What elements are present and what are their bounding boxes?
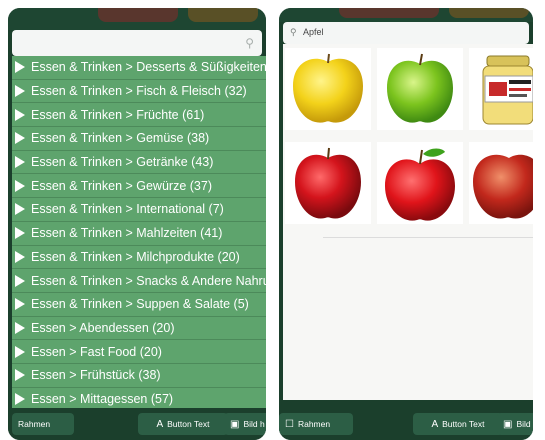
category-list: Essen & Trinken > Desserts & Süßigkeiten… xyxy=(12,56,266,412)
expand-triangle-icon xyxy=(15,61,25,74)
category-row[interactable]: Essen & Trinken > Gemüse (38) xyxy=(12,127,266,151)
search-icon: ⚲ xyxy=(290,27,297,37)
frame-button[interactable]: Rahmen xyxy=(12,413,74,435)
expand-triangle-icon xyxy=(15,274,25,287)
yellow-apple-icon xyxy=(293,53,363,123)
image-applesauce-jar[interactable] xyxy=(469,48,533,130)
grid-divider xyxy=(323,237,533,238)
frame-button[interactable]: ☐ Rahmen xyxy=(279,413,353,435)
red-apple-leaf-icon xyxy=(385,148,455,221)
category-row[interactable]: Essen & Trinken > Früchte (61) xyxy=(12,103,266,128)
frame-button-label: Rahmen xyxy=(18,419,51,429)
button-text-button[interactable]: A Button Text xyxy=(138,413,228,435)
image-button-label: Bild h xyxy=(243,419,265,429)
image-red-apple[interactable] xyxy=(285,142,371,224)
category-label: Essen & Trinken > Gewürze (37) xyxy=(31,178,212,193)
text-format-icon: A xyxy=(431,418,439,430)
button-text-label: Button Text xyxy=(442,419,485,429)
top-blur-orange xyxy=(449,8,529,18)
expand-triangle-icon xyxy=(15,250,25,263)
expand-triangle-icon xyxy=(15,108,25,121)
right-footer: ☐ Rahmen A Button Text ▣ Bild xyxy=(279,408,533,440)
category-row[interactable]: Essen & Trinken > Milchprodukte (20) xyxy=(12,246,266,270)
category-row[interactable]: Essen > Frühstück (38) xyxy=(12,364,266,388)
category-label: Essen & Trinken > Milchprodukte (20) xyxy=(31,249,240,264)
expand-triangle-icon xyxy=(15,203,25,216)
image-button-label: Bild xyxy=(516,419,531,429)
category-label: Essen & Trinken > Getränke (43) xyxy=(31,155,214,170)
image-red-apple-partial[interactable] xyxy=(469,142,533,224)
category-panel: ⚲ Essen & Trinken > Desserts & Süßigkeit… xyxy=(8,8,266,440)
red-apple-icon xyxy=(295,147,361,219)
category-row[interactable]: Essen & Trinken > Mahlzeiten (41) xyxy=(12,222,266,246)
text-format-icon: A xyxy=(156,418,164,430)
image-red-apple-leaf[interactable] xyxy=(377,142,463,224)
category-label: Essen & Trinken > International (7) xyxy=(31,202,224,217)
category-label: Essen & Trinken > Früchte (61) xyxy=(31,107,205,122)
expand-triangle-icon xyxy=(15,227,25,240)
frame-button-label: Rahmen xyxy=(297,419,331,429)
top-blur-orange xyxy=(188,8,258,22)
search-value: Apfel xyxy=(303,27,324,37)
image-icon: ▣ xyxy=(230,418,240,430)
category-label: Essen & Trinken > Fisch & Fleisch (32) xyxy=(31,84,247,99)
top-bar xyxy=(279,8,533,22)
expand-triangle-icon xyxy=(15,321,25,334)
expand-triangle-icon xyxy=(15,298,25,311)
image-search-field[interactable]: ⚲ Apfel xyxy=(283,22,529,44)
top-bar xyxy=(8,8,266,30)
category-label: Essen > Frühstück (38) xyxy=(31,368,161,383)
expand-triangle-icon xyxy=(15,179,25,192)
search-icon: ⚲ xyxy=(245,36,254,50)
image-grid xyxy=(283,44,533,400)
red-apple-partial-icon xyxy=(473,154,533,219)
image-green-apple[interactable] xyxy=(377,48,463,130)
category-label: Essen & Trinken > Snacks & Andere Nahrun… xyxy=(31,273,266,288)
category-row[interactable]: Essen & Trinken > Fisch & Fleisch (32) xyxy=(12,80,266,104)
category-row[interactable]: Essen & Trinken > Suppen & Salate (5) xyxy=(12,293,266,317)
jar-icon xyxy=(482,55,533,125)
button-text-button[interactable]: A Button Text xyxy=(413,413,503,435)
category-row[interactable]: Essen & Trinken > International (7) xyxy=(12,198,266,222)
category-label: Essen & Trinken > Mahlzeiten (41) xyxy=(31,226,223,241)
category-row[interactable]: Essen > Fast Food (20) xyxy=(12,340,266,364)
expand-triangle-icon xyxy=(15,85,25,98)
image-button[interactable]: ▣ Bild xyxy=(497,413,533,435)
expand-triangle-icon xyxy=(15,345,25,358)
expand-triangle-icon xyxy=(15,156,25,169)
category-label: Essen > Abendessen (20) xyxy=(31,320,175,335)
expand-triangle-icon xyxy=(15,369,25,382)
category-label: Essen & Trinken > Desserts & Süßigkeiten xyxy=(31,60,266,75)
left-footer: Rahmen A Button Text ▣ Bild h xyxy=(8,408,266,440)
checkbox-icon: ☐ xyxy=(285,418,294,430)
image-button[interactable]: ▣ Bild h xyxy=(224,413,266,435)
category-search-field[interactable]: ⚲ xyxy=(12,30,262,56)
image-icon: ▣ xyxy=(503,418,513,430)
category-row[interactable]: Essen > Abendessen (20) xyxy=(12,317,266,341)
top-blur-red xyxy=(339,8,439,18)
button-text-label: Button Text xyxy=(167,419,210,429)
category-label: Essen & Trinken > Gemüse (38) xyxy=(31,131,210,146)
category-label: Essen & Trinken > Suppen & Salate (5) xyxy=(31,297,249,312)
green-apple-icon xyxy=(387,53,453,123)
image-results-panel: ⚲ Apfel ☐ Rahmen A Button Text ▣ Bild xyxy=(279,8,533,440)
category-row[interactable]: Essen & Trinken > Gewürze (37) xyxy=(12,174,266,199)
top-blur-red xyxy=(98,8,178,22)
category-row[interactable]: Essen & Trinken > Desserts & Süßigkeiten xyxy=(12,56,266,80)
expand-triangle-icon xyxy=(15,392,25,405)
category-row[interactable]: Essen & Trinken > Snacks & Andere Nahrun… xyxy=(12,269,266,293)
expand-triangle-icon xyxy=(15,132,25,145)
image-yellow-apple[interactable] xyxy=(285,48,371,130)
category-label: Essen > Fast Food (20) xyxy=(31,344,162,359)
category-row[interactable]: Essen & Trinken > Getränke (43) xyxy=(12,151,266,175)
category-label: Essen > Mittagessen (57) xyxy=(31,391,174,406)
